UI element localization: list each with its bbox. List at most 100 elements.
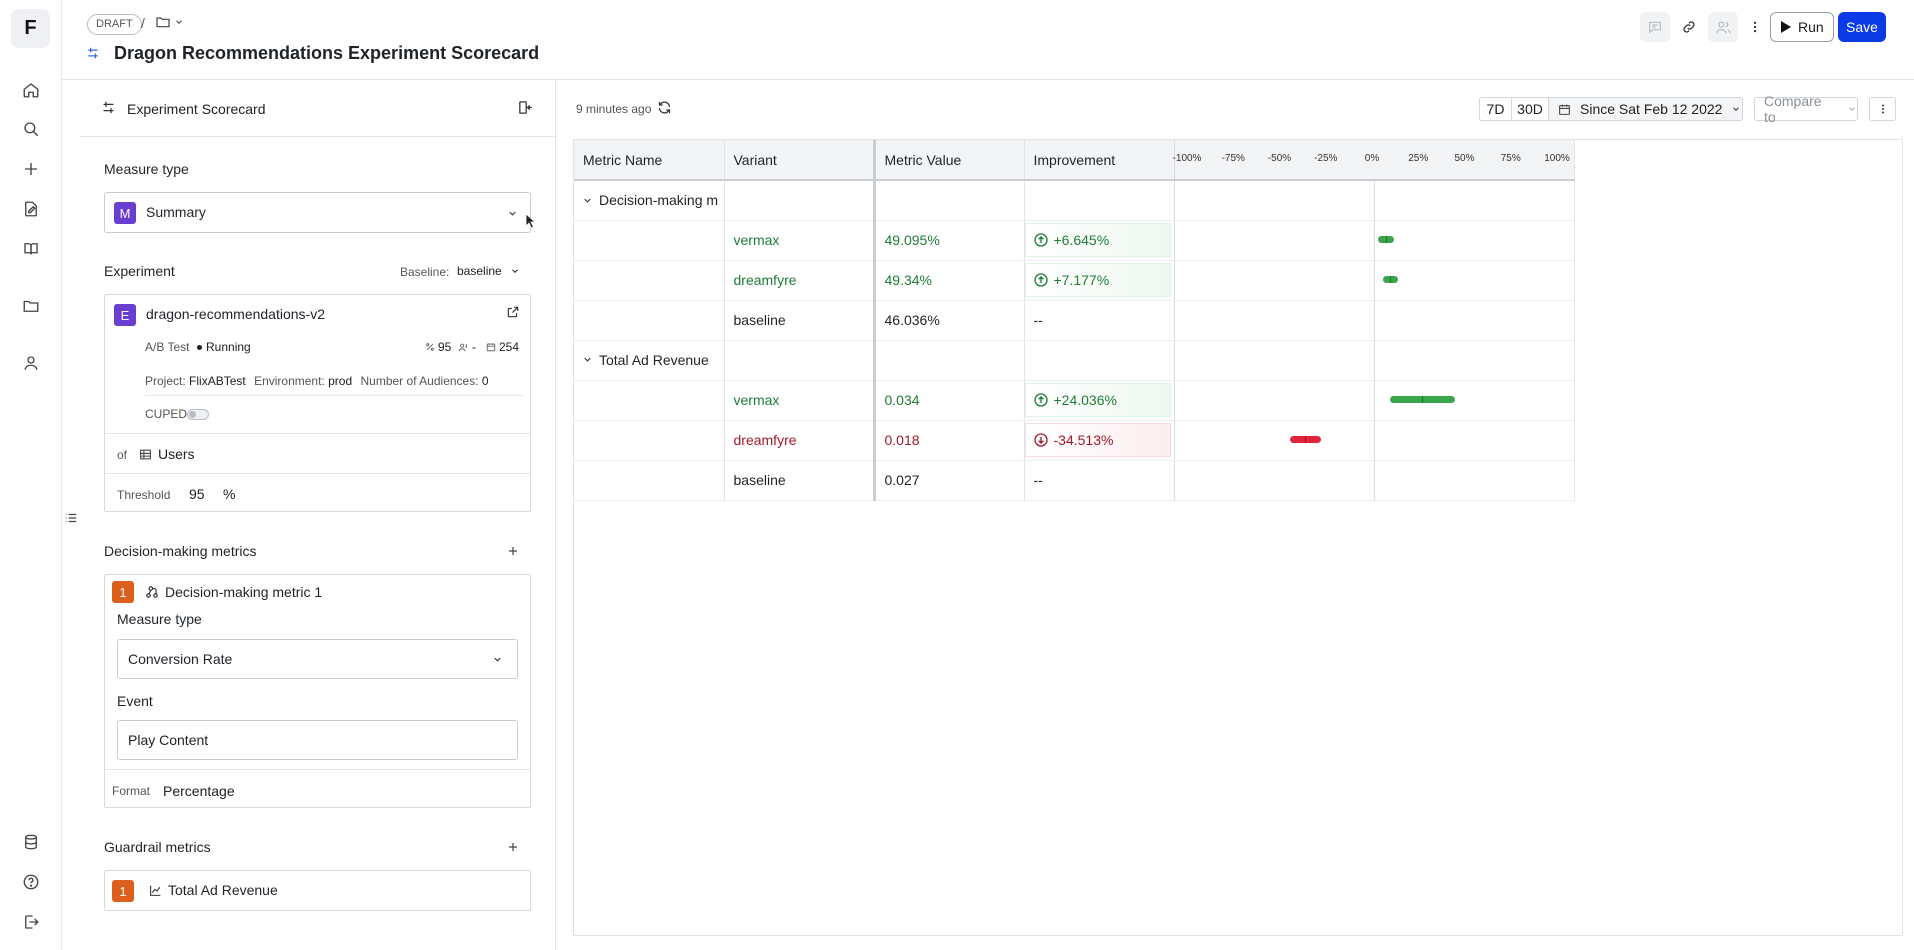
- audience-value: -: [472, 340, 476, 354]
- home-icon[interactable]: [18, 77, 44, 103]
- folder-icon[interactable]: [18, 293, 44, 319]
- project-value: FlixABTest: [189, 374, 246, 388]
- comment-icon[interactable]: [1640, 12, 1670, 42]
- table-row[interactable]: dreamfyre 49.34% +7.177%: [574, 260, 1575, 301]
- experiment-name[interactable]: dragon-recommendations-v2: [146, 306, 325, 322]
- page-title[interactable]: Dragon Recommendations Experiment Scorec…: [114, 43, 539, 64]
- ci-bar-total-vermax[interactable]: [1390, 396, 1455, 403]
- results-more-button[interactable]: [1869, 97, 1896, 121]
- divider: [105, 769, 530, 770]
- baseline-value: baseline: [457, 264, 502, 278]
- plus-icon[interactable]: [18, 156, 44, 182]
- settings-sliders-icon: [101, 100, 116, 115]
- search-icon[interactable]: [18, 116, 44, 142]
- decision-measure-type-select[interactable]: Conversion Rate: [117, 639, 518, 679]
- table-cell: [874, 180, 1025, 221]
- column-header-improvement[interactable]: Improvement: [1024, 140, 1175, 181]
- table-row[interactable]: vermax 49.095% +6.645%: [574, 220, 1575, 261]
- link-icon[interactable]: [1674, 12, 1704, 42]
- guardrail-metric-card[interactable]: 1 Total Ad Revenue: [104, 870, 531, 911]
- format-select[interactable]: Percentage: [163, 783, 235, 799]
- results-area: 9 minutes ago 7D 30D Since Sat Feb 12 20…: [557, 81, 1914, 950]
- save-button[interactable]: Save: [1838, 12, 1886, 42]
- folder-icon: [155, 14, 171, 30]
- group-name-cell[interactable]: Total Ad Revenue: [574, 340, 725, 381]
- external-link-icon[interactable]: [506, 305, 520, 319]
- share-users-icon[interactable]: [1708, 12, 1738, 42]
- variant-cell: baseline: [724, 460, 876, 501]
- baseline-select[interactable]: baseline: [457, 264, 520, 278]
- more-vertical-icon[interactable]: [1740, 12, 1770, 42]
- event-input[interactable]: Play Content: [117, 720, 518, 760]
- decision-metric-name[interactable]: Decision-making metric 1: [165, 584, 322, 600]
- of-label: of: [117, 448, 128, 462]
- chevron-down-icon: [1731, 104, 1741, 114]
- column-header-variant[interactable]: Variant: [724, 140, 876, 181]
- variant-cell: baseline: [724, 300, 876, 341]
- table-row[interactable]: baseline 0.027 --: [574, 460, 1575, 501]
- chevron-down-icon: [507, 208, 518, 219]
- improvement-value: +6.645%: [1053, 232, 1110, 248]
- edit-doc-icon[interactable]: [18, 196, 44, 222]
- unit-value: Users: [158, 446, 195, 462]
- breadcrumb-folder[interactable]: [155, 14, 184, 30]
- group-name-cell[interactable]: Decision-making m: [574, 180, 725, 221]
- decision-measure-type-value: Conversion Rate: [128, 651, 233, 667]
- threshold-input[interactable]: 95: [189, 486, 205, 502]
- calendar-icon: [1558, 103, 1571, 116]
- last-updated: 9 minutes ago: [576, 102, 652, 116]
- improvement-value: -34.513%: [1053, 432, 1114, 448]
- table-row[interactable]: baseline 46.036% --: [574, 300, 1575, 341]
- range-7d-button[interactable]: 7D: [1479, 97, 1512, 121]
- ci-bar-decision-making-dreamfyre[interactable]: [1383, 276, 1398, 283]
- ci-axis: -100% -75% -50% -25% 0% 25% 50% 75% 100%: [1173, 140, 1573, 180]
- compare-to-placeholder: Compare to: [1764, 93, 1822, 125]
- ci-axis-tick: -50%: [1267, 153, 1292, 164]
- run-button[interactable]: Run: [1770, 12, 1834, 42]
- table-row[interactable]: dreamfyre 0.018 -34.513%: [574, 420, 1575, 461]
- nav-rail: F: [0, 0, 62, 950]
- column-header-metric[interactable]: Metric Name: [574, 140, 725, 181]
- breadcrumb-separator: /: [141, 15, 145, 31]
- measure-type-value: Summary: [146, 204, 206, 220]
- database-icon[interactable]: [18, 829, 44, 855]
- cuped-toggle[interactable]: [187, 409, 209, 420]
- table-group-row[interactable]: Total Ad Revenue: [574, 340, 1575, 381]
- range-30d-button[interactable]: 30D: [1511, 97, 1549, 121]
- experiment-badge: E: [114, 304, 136, 326]
- ci-bar-decision-making-vermax[interactable]: [1377, 236, 1395, 243]
- decision-metric-card: 1 Decision-making metric 1 Measure type …: [104, 574, 531, 808]
- add-guardrail-metric-icon[interactable]: [507, 841, 519, 853]
- measure-type-label: Measure type: [104, 161, 189, 177]
- table-group-row[interactable]: Decision-making m: [574, 180, 1575, 221]
- app-logo[interactable]: F: [11, 9, 50, 48]
- improvement-value: +7.177%: [1053, 272, 1110, 288]
- collapse-panel-icon[interactable]: [517, 99, 534, 116]
- measure-type-select[interactable]: M Summary: [104, 192, 531, 233]
- decision-metric-index: 1: [112, 581, 134, 603]
- date-range-select[interactable]: Since Sat Feb 12 2022: [1548, 97, 1743, 121]
- percent-icon: [425, 342, 435, 352]
- help-icon[interactable]: [18, 869, 44, 895]
- more-vertical-icon: [1877, 103, 1889, 115]
- add-decision-metric-icon[interactable]: [507, 545, 519, 557]
- compare-to-select[interactable]: Compare to: [1754, 93, 1858, 125]
- unit-select[interactable]: Users: [139, 446, 195, 462]
- chevron-down-icon: [582, 354, 593, 365]
- book-icon[interactable]: [18, 236, 44, 262]
- list-toggle-icon[interactable]: [64, 511, 78, 525]
- improvement-value: +24.036%: [1053, 392, 1117, 408]
- ci-bar-midpoint: [1390, 276, 1392, 283]
- ci-bar-total-dreamfyre[interactable]: [1289, 436, 1321, 443]
- metric-value-cell: 0.027: [874, 460, 1025, 501]
- improvement-value: --: [1033, 312, 1043, 328]
- table-icon: [139, 448, 152, 461]
- table-cell: [574, 260, 725, 301]
- column-header-value[interactable]: Metric Value: [874, 140, 1025, 181]
- refresh-icon[interactable]: [657, 100, 672, 115]
- table-cell: [1024, 180, 1175, 221]
- user-icon[interactable]: [18, 350, 44, 376]
- ci-axis-tick: 25%: [1408, 153, 1429, 164]
- logout-icon[interactable]: [18, 909, 44, 935]
- table-cell: [574, 420, 725, 461]
